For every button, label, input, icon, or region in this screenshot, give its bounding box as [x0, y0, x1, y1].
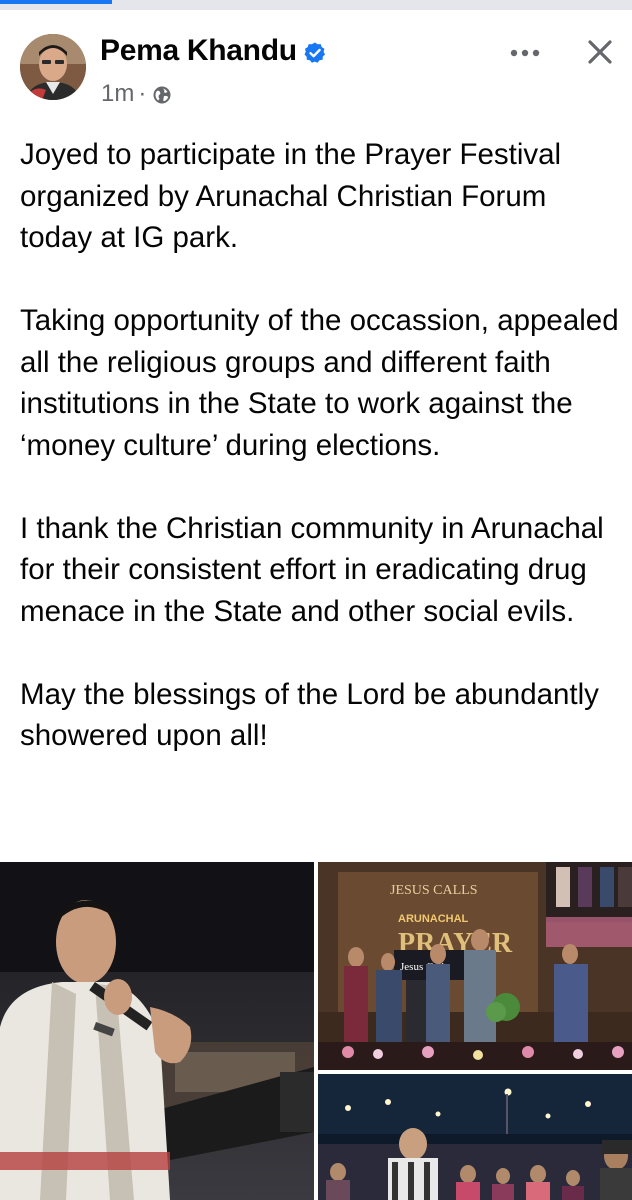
avatar[interactable] — [20, 34, 86, 100]
close-icon — [588, 40, 612, 64]
more-options-button[interactable] — [505, 38, 545, 68]
post-meta: 1m · — [101, 80, 172, 108]
more-horizontal-icon — [510, 49, 540, 57]
post-paragraph: Taking opportunity of the occassion, app… — [20, 304, 619, 462]
photo-stage-banner[interactable]: JESUS CALLS ARUNACHAL PRAYER Jesus Calls — [318, 862, 632, 1070]
close-button[interactable] — [578, 30, 622, 74]
post-paragraph: I thank the Christian community in Aruna… — [20, 511, 604, 628]
post-paragraph: Joyed to participate in the Prayer Festi… — [20, 138, 562, 254]
photo-grid: JESUS CALLS ARUNACHAL PRAYER Jesus Calls — [0, 862, 632, 1200]
post-time[interactable]: 1m — [101, 80, 134, 108]
banner-event-top: ARUNACHAL — [398, 913, 469, 925]
verified-badge-icon — [303, 39, 327, 63]
photo-speaker[interactable] — [0, 862, 314, 1200]
active-tab-indicator — [0, 0, 112, 4]
post-text: Joyed to participate in the Prayer Festi… — [20, 134, 620, 798]
banner-brand-text: JESUS CALLS — [390, 883, 478, 898]
author-name[interactable]: Pema Khandu — [100, 34, 297, 68]
author-name-row: Pema Khandu — [100, 34, 327, 68]
meta-separator: · — [138, 80, 147, 107]
top-tab-strip — [0, 0, 632, 10]
globe-icon[interactable] — [152, 84, 172, 104]
post-header: Pema Khandu 1m · — [0, 10, 632, 115]
post-paragraph: May the blessings of the Lord be abundan… — [20, 677, 599, 753]
photo-crowd-night[interactable] — [318, 1074, 632, 1200]
